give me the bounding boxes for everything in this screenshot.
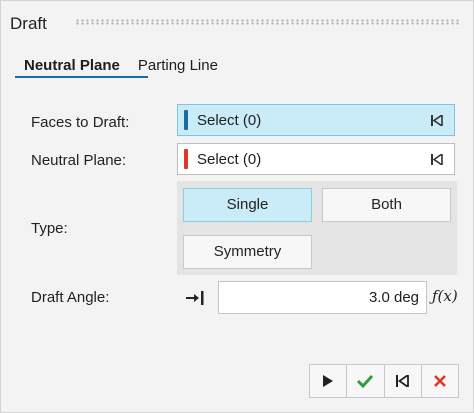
check-icon bbox=[357, 374, 374, 388]
draft-angle-input[interactable]: 3.0 deg bbox=[218, 281, 427, 314]
type-label: Type: bbox=[31, 220, 68, 237]
title-drag-handle[interactable] bbox=[75, 19, 461, 25]
draft-angle-label: Draft Angle: bbox=[31, 289, 110, 306]
confirm-button[interactable] bbox=[347, 365, 385, 397]
neutral-plane-label: Neutral Plane: bbox=[31, 152, 127, 169]
type-option-group: Single Both Symmetry bbox=[177, 181, 457, 275]
play-icon bbox=[323, 375, 334, 387]
type-both-button[interactable]: Both bbox=[322, 188, 451, 222]
faces-to-draft-selector[interactable]: Select (0) bbox=[177, 104, 455, 136]
play-button[interactable] bbox=[310, 365, 348, 397]
skip-back-icon[interactable] bbox=[428, 114, 446, 126]
neutral-plane-selector[interactable]: Select (0) bbox=[177, 143, 455, 175]
close-icon bbox=[433, 375, 446, 387]
tab-bar: Neutral Plane Parting Line bbox=[15, 55, 227, 77]
angle-direction-icon[interactable] bbox=[186, 291, 206, 305]
skip-back-icon bbox=[396, 375, 410, 387]
panel-title: Draft bbox=[10, 14, 47, 33]
faces-to-draft-value: Select (0) bbox=[197, 111, 262, 129]
active-tab-indicator bbox=[15, 76, 148, 78]
tab-parting-line[interactable]: Parting Line bbox=[129, 55, 227, 76]
skip-back-button[interactable] bbox=[385, 365, 422, 397]
selection-indicator-blue bbox=[184, 110, 188, 130]
action-button-bar bbox=[309, 364, 459, 398]
faces-to-draft-label: Faces to Draft: bbox=[31, 114, 130, 131]
draft-panel: Draft Neutral Plane Parting Line Faces t… bbox=[0, 0, 474, 413]
tab-neutral-plane[interactable]: Neutral Plane bbox=[15, 55, 129, 76]
type-symmetry-button[interactable]: Symmetry bbox=[183, 235, 312, 269]
selection-indicator-red bbox=[184, 149, 188, 169]
cancel-button[interactable] bbox=[422, 365, 458, 397]
neutral-plane-value: Select (0) bbox=[197, 150, 262, 168]
type-single-button[interactable]: Single bbox=[183, 188, 312, 222]
function-icon[interactable]: ƒ(x) bbox=[432, 287, 458, 305]
skip-back-icon[interactable] bbox=[428, 153, 446, 165]
